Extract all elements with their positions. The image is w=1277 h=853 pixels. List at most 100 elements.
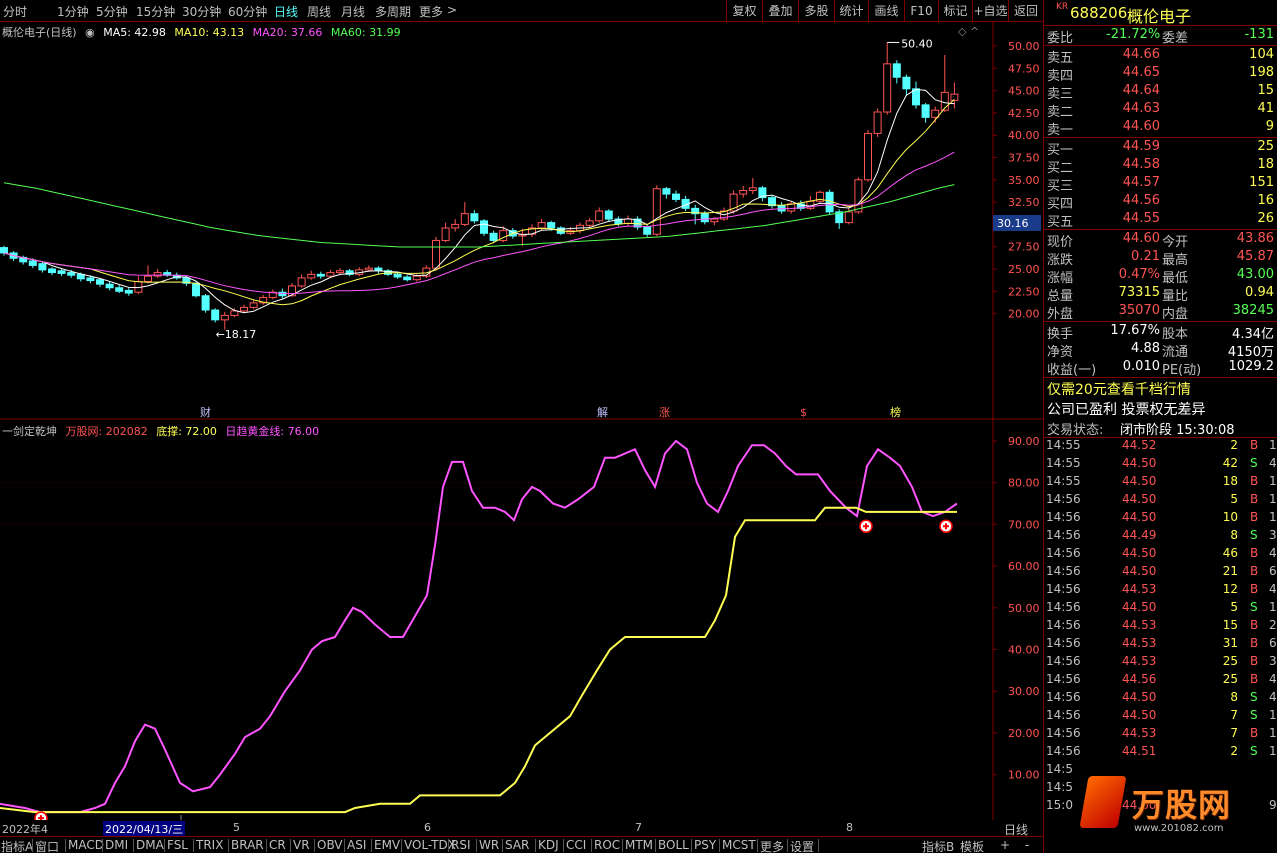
tab-separator	[65, 839, 66, 852]
stat-label-2: 内盘	[1162, 307, 1189, 322]
bid-row: 买五 44.55 26	[1044, 211, 1277, 230]
tab-right-3[interactable]: -	[1025, 838, 1029, 852]
indicator-tab-19[interactable]: ROC	[594, 838, 620, 852]
indicator-tab-22[interactable]: PSY	[694, 838, 716, 852]
candle-body	[240, 306, 248, 312]
tick-price: 44.50	[1122, 708, 1157, 722]
action-button-8[interactable]: 返回	[1008, 0, 1043, 22]
indicator-tab-14[interactable]: RSI	[451, 838, 471, 852]
action-button-0[interactable]: 复权	[726, 0, 762, 22]
tick-volume: 5	[1230, 600, 1238, 614]
stat-label-2: 最高	[1162, 253, 1189, 268]
kline-panel[interactable]: 概伦电子(日线) ◉ MA5: 42.98 MA10: 43.13 MA20: …	[0, 22, 1043, 420]
bid-row-label: 买一	[1047, 143, 1074, 158]
stat-label-2: 量比	[1162, 289, 1189, 304]
indicator-tab-4[interactable]: DMA	[136, 838, 164, 852]
tick-time: 14:56	[1046, 708, 1081, 722]
action-button-1[interactable]: 叠加	[762, 0, 798, 22]
last-price-tag-text: 30.16	[997, 217, 1029, 230]
tab-separator	[787, 839, 788, 852]
candle-body	[460, 213, 469, 225]
action-button-3[interactable]: 统计	[834, 0, 868, 22]
candle-body	[316, 273, 325, 277]
chevron-right-icon[interactable]: >	[447, 3, 457, 17]
ask-row-value: 44.64	[1122, 83, 1160, 98]
indicator-tab-18[interactable]: CCI	[566, 838, 586, 852]
indicator-tab-11[interactable]: ASI	[347, 838, 366, 852]
indicator-tab-23[interactable]: MCST	[722, 838, 756, 852]
action-button-6[interactable]: 标记	[938, 0, 972, 22]
period-tab-8[interactable]: 月线	[341, 3, 365, 20]
action-button-4[interactable]: 画线	[868, 0, 904, 22]
period-tab-9[interactable]: 多周期	[375, 3, 411, 20]
tab-separator	[314, 839, 315, 852]
indicator-tab-2[interactable]: MACD	[68, 838, 104, 852]
tab-right-2[interactable]: +	[1000, 838, 1010, 852]
tick-count: 1	[1269, 726, 1277, 740]
bid-row-value: 44.57	[1122, 175, 1160, 190]
order-ratio-value: -21.72%	[1106, 27, 1161, 42]
action-button-2[interactable]: 多股	[798, 0, 834, 22]
ind-tick-label: 40.00	[1008, 644, 1040, 657]
period-tab-7[interactable]: 周线	[307, 3, 331, 20]
tick-time: 14:56	[1046, 582, 1081, 596]
tick-side: B	[1250, 564, 1259, 578]
x-axis-month-8: 8	[846, 821, 853, 834]
indicator-tab-5[interactable]: FSL	[167, 838, 188, 852]
ask-row-volume: 41	[1257, 101, 1274, 116]
price-tick-label: 45.00	[1008, 85, 1040, 98]
period-tab-5[interactable]: 60分钟	[228, 3, 267, 20]
fundamental-label: 收益(一)	[1047, 363, 1097, 378]
tab-separator	[344, 839, 345, 852]
tab-right-1[interactable]: 模板	[960, 838, 984, 853]
indicator-tab-12[interactable]: EMV	[374, 838, 400, 852]
indicator-tab-1[interactable]: 窗口	[35, 838, 59, 853]
period-tab-4[interactable]: 30分钟	[182, 3, 221, 20]
indicator-tab-25[interactable]: 设置	[790, 838, 814, 853]
indicator-tab-10[interactable]: OBV	[317, 838, 343, 852]
indicator-tab-6[interactable]: TRIX	[196, 838, 223, 852]
promo-link[interactable]: 仅需20元查看千档行情	[1044, 379, 1277, 398]
indicator-tab-9[interactable]: VR	[293, 838, 310, 852]
period-tab-10[interactable]: 更多	[419, 3, 443, 20]
tick-side: S	[1250, 744, 1258, 758]
bid-row-label: 买五	[1047, 215, 1074, 230]
candle-body	[105, 283, 114, 289]
period-tab-6[interactable]: 日线	[274, 3, 298, 20]
action-button-7[interactable]: +自选	[972, 0, 1008, 22]
action-button-5[interactable]: F10	[904, 0, 938, 22]
tick-side: B	[1250, 636, 1259, 650]
tick-count: 4	[1269, 546, 1277, 560]
watermark-emblem	[1079, 776, 1127, 828]
period-tab-2[interactable]: 5分钟	[96, 3, 128, 20]
indicator-tab-8[interactable]: CR	[269, 838, 286, 852]
ask-row: 卖二 44.63 41	[1044, 101, 1277, 120]
indicator-panel[interactable]: 一剑定乾坤 万股网: 202082 底撑: 72.00 日趋黄金线: 76.00…	[0, 420, 1043, 820]
period-tab-1[interactable]: 1分钟	[57, 3, 89, 20]
bid-row-volume: 25	[1257, 139, 1274, 154]
tab-separator	[622, 839, 623, 852]
indicator-tab-15[interactable]: WR	[479, 838, 499, 852]
ask-row-volume: 198	[1249, 65, 1274, 80]
indicator-tab-16[interactable]: SAR	[505, 838, 529, 852]
indicator-tab-3[interactable]: DMI	[105, 838, 128, 852]
x-axis-month-5: 5	[233, 821, 240, 834]
indicator-tab-20[interactable]: MTM	[625, 838, 653, 852]
tick-price: 44.51	[1122, 744, 1157, 758]
indicator-tab-21[interactable]: BOLL	[658, 838, 689, 852]
candle-body	[921, 104, 930, 118]
ask-row: 卖五 44.66 104	[1044, 47, 1277, 66]
tab-right-0[interactable]: 指标B	[922, 838, 954, 853]
tick-side: B	[1250, 654, 1259, 668]
period-tab-0[interactable]: 分时	[3, 3, 27, 20]
candle-body	[489, 232, 498, 241]
indicator-tab-24[interactable]: 更多	[760, 838, 784, 853]
candle-body	[710, 218, 719, 223]
indicator-tab-7[interactable]: BRAR	[231, 838, 264, 852]
indicator-tab-0[interactable]: 指标A	[1, 838, 33, 853]
indicator-tab-17[interactable]: KDJ	[538, 838, 559, 852]
tick-price: 44.49	[1122, 528, 1157, 542]
tick-count: 6	[1269, 636, 1277, 650]
tick-count: 4	[1269, 690, 1277, 704]
period-tab-3[interactable]: 15分钟	[136, 3, 175, 20]
